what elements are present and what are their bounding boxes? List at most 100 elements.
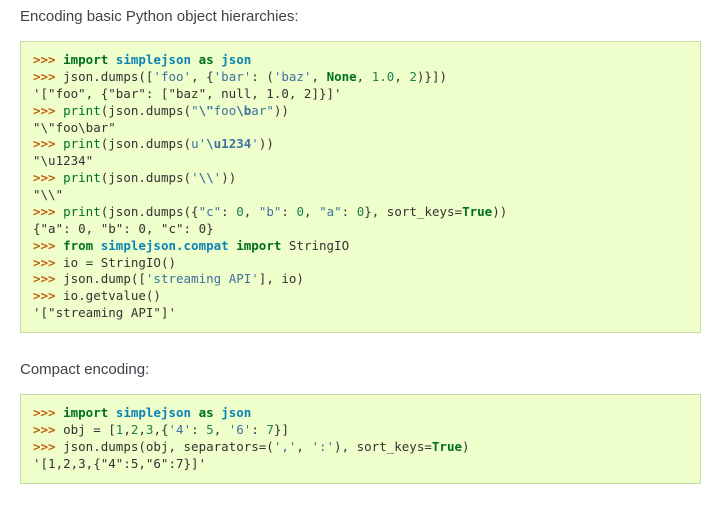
repl-prompt: >>> (33, 405, 63, 420)
code-text: : (281, 204, 296, 219)
number-literal: 0 (296, 204, 304, 219)
repl-prompt: >>> (33, 69, 63, 84)
code-text: )) (259, 136, 274, 151)
repl-output: '["streaming API"]' (33, 305, 176, 320)
code-text: , (214, 422, 229, 437)
number-literal: 0 (236, 204, 244, 219)
keyword-import: import (63, 52, 108, 67)
string-literal: 'streaming API' (146, 271, 259, 286)
code-text: , (138, 422, 146, 437)
string-literal: '4' (169, 422, 192, 437)
string-prefix: u (191, 136, 199, 151)
number-literal: 7 (266, 422, 274, 437)
repl-output: '["foo", {"bar": ["baz", null, 1.0, 2]}]… (33, 86, 342, 101)
module-name: simplejson (116, 52, 191, 67)
keyword-from: from (63, 238, 93, 253)
code-text: )) (221, 170, 236, 185)
module-name: simplejson (116, 405, 191, 420)
string-literal: foo (214, 103, 237, 118)
code-text: : ( (251, 69, 274, 84)
code-text: (json.dumps( (101, 136, 191, 151)
string-literal: ',' (274, 439, 297, 454)
code-text: obj = [ (63, 422, 116, 437)
code-text: }, sort_keys= (364, 204, 462, 219)
repl-output: '[1,2,3,{"4":5,"6":7}]' (33, 456, 206, 471)
code-text: io.getvalue() (63, 288, 161, 303)
string-literal: "c" (199, 204, 222, 219)
code-text: }] (274, 422, 289, 437)
code-text: , (312, 69, 327, 84)
code-text: ,{ (153, 422, 168, 437)
keyword-as: as (199, 405, 214, 420)
module-alias: json (221, 405, 251, 420)
number-literal: 5 (206, 422, 214, 437)
code-text: : (221, 204, 236, 219)
code-text: , (244, 204, 259, 219)
code-text: io = StringIO() (63, 255, 176, 270)
section-title-compact: Compact encoding: (20, 361, 701, 378)
string-quote: " (266, 103, 274, 118)
string-escape: \\ (199, 170, 214, 185)
repl-prompt: >>> (33, 422, 63, 437)
builtin-print: print (63, 170, 101, 185)
repl-output: "\"foo\bar" (33, 120, 116, 135)
module-name: simplejson.compat (101, 238, 229, 253)
string-literal: '6' (229, 422, 252, 437)
repl-prompt: >>> (33, 103, 63, 118)
builtin-print: print (63, 204, 101, 219)
number-literal: 1.0 (372, 69, 395, 84)
code-text: ) (462, 439, 470, 454)
code-block-compact: >>> import simplejson as json >>> obj = [… (20, 394, 701, 484)
builtin-print: print (63, 136, 101, 151)
code-text: json.dumps([ (63, 69, 153, 84)
keyword-true: True (432, 439, 462, 454)
string-literal: 'bar' (214, 69, 252, 84)
repl-prompt: >>> (33, 439, 63, 454)
code-text: ], io) (259, 271, 304, 286)
identifier: StringIO (289, 238, 349, 253)
string-literal: ar (251, 103, 266, 118)
repl-prompt: >>> (33, 255, 63, 270)
repl-prompt: >>> (33, 136, 63, 151)
keyword-none: None (327, 69, 357, 84)
string-literal: 'foo' (153, 69, 191, 84)
string-literal: ':' (311, 439, 334, 454)
repl-output: {"a": 0, "b": 0, "c": 0} (33, 221, 214, 236)
code-text: )) (274, 103, 289, 118)
section-title-encoding: Encoding basic Python object hierarchies… (20, 8, 701, 25)
string-escape: \u1234 (206, 136, 251, 151)
keyword-import: import (236, 238, 281, 253)
code-text: )) (492, 204, 507, 219)
code-text: )}]) (417, 69, 447, 84)
repl-prompt: >>> (33, 271, 63, 286)
code-block-encoding: >>> import simplejson as json>>> json.du… (20, 41, 701, 333)
keyword-true: True (462, 204, 492, 219)
string-escape: \" (199, 103, 214, 118)
repl-prompt: >>> (33, 288, 63, 303)
repl-output: "\u1234" (33, 153, 93, 168)
code-text: , (357, 69, 372, 84)
string-quote: ' (251, 136, 259, 151)
string-quote: " (191, 103, 199, 118)
repl-prompt: >>> (33, 170, 63, 185)
code-text: json.dumps(obj, separators=( (63, 439, 274, 454)
string-quote: ' (191, 170, 199, 185)
keyword-import: import (63, 405, 108, 420)
code-text: , (394, 69, 409, 84)
code-text: : (342, 204, 357, 219)
code-text: json.dump([ (63, 271, 146, 286)
code-text: : (191, 422, 206, 437)
repl-prompt: >>> (33, 52, 63, 67)
string-literal: 'baz' (274, 69, 312, 84)
code-text: ), sort_keys= (334, 439, 432, 454)
string-quote: ' (199, 136, 207, 151)
repl-prompt: >>> (33, 204, 63, 219)
code-text: , { (191, 69, 214, 84)
code-text: , (296, 439, 311, 454)
string-literal: "b" (259, 204, 282, 219)
keyword-as: as (199, 52, 214, 67)
repl-prompt: >>> (33, 238, 63, 253)
code-text: (json.dumps( (101, 170, 191, 185)
repl-output: "\\" (33, 187, 63, 202)
code-text: : (251, 422, 266, 437)
